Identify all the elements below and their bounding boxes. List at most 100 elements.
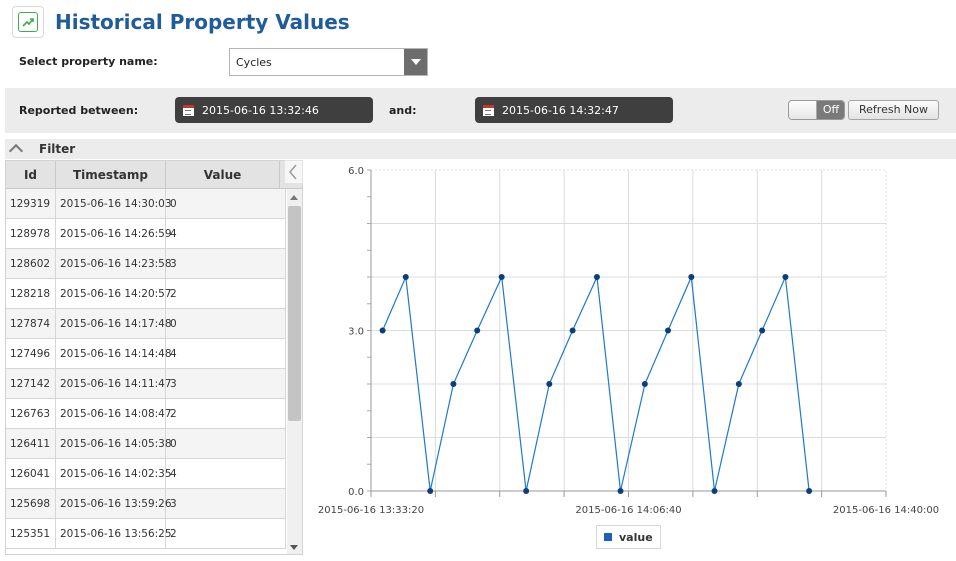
data-point	[569, 327, 576, 334]
table-row[interactable]: 126411 2015-06-16 14:05:38 0	[6, 429, 286, 459]
cell-timestamp: 2015-06-16 14:14:48	[56, 339, 172, 369]
cell-id: 128218	[6, 279, 56, 309]
data-point	[617, 488, 624, 494]
table-row[interactable]: 128218 2015-06-16 14:20:57 2	[6, 279, 286, 309]
y-tick-label: 3.0	[348, 327, 364, 338]
cell-id: 128978	[6, 219, 56, 249]
cell-id: 126041	[6, 459, 56, 489]
values-table: Id Timestamp Value 129319 2015-06-16 14:3…	[5, 160, 303, 555]
filter-bar[interactable]: Filter	[5, 139, 956, 159]
start-date-value: 2015-06-16 13:32:46	[202, 103, 319, 117]
cell-value: 4	[166, 219, 286, 249]
chevron-up-icon[interactable]	[8, 143, 24, 159]
table-row[interactable]: 129319 2015-06-16 14:30:03 0	[6, 189, 286, 219]
cell-value: 0	[166, 429, 286, 459]
y-tick-label: 6.0	[348, 166, 364, 177]
table-body: 129319 2015-06-16 14:30:03 0 128978 2015-06…	[6, 189, 286, 549]
data-point	[806, 488, 813, 494]
data-point	[735, 381, 742, 387]
table-row[interactable]: 127874 2015-06-16 14:17:48 0	[6, 309, 286, 339]
collapse-panel-button[interactable]	[284, 160, 303, 184]
auto-refresh-toggle[interactable]: Off	[788, 100, 845, 120]
table-scrollbar[interactable]	[287, 189, 302, 554]
x-tick-label: 2015-06-16 14:40:00	[833, 505, 939, 516]
calendar-icon	[483, 104, 494, 116]
cell-value: 0	[166, 189, 286, 219]
cell-value: 3	[166, 489, 286, 519]
data-point	[498, 274, 505, 280]
data-point	[688, 274, 695, 280]
table-row[interactable]: 127142 2015-06-16 14:11:47 3	[6, 369, 286, 399]
property-name-select[interactable]: Cycles	[229, 48, 428, 76]
scroll-up-arrow-icon[interactable]	[290, 195, 298, 200]
chart-legend: value	[596, 525, 661, 549]
cell-value: 4	[166, 459, 286, 489]
data-point	[711, 488, 718, 494]
page-header: Historical Property Values	[12, 5, 350, 39]
table-row[interactable]: 126763 2015-06-16 14:08:47 2	[6, 399, 286, 429]
column-header-timestamp[interactable]: Timestamp	[56, 161, 166, 189]
cell-id: 125698	[6, 489, 56, 519]
cell-value: 3	[166, 249, 286, 279]
cell-timestamp: 2015-06-16 14:17:48	[56, 309, 172, 339]
table-row[interactable]: 128978 2015-06-16 14:26:59 4	[6, 219, 286, 249]
data-point	[641, 381, 648, 387]
x-tick-label: 2015-06-16 14:06:40	[575, 505, 681, 516]
start-date-field[interactable]: 2015-06-16 13:32:46	[175, 97, 373, 123]
table-row[interactable]: 128602 2015-06-16 14:23:58 3	[6, 249, 286, 279]
table-row[interactable]: 126041 2015-06-16 14:02:35 4	[6, 459, 286, 489]
toggle-state-label: Off	[817, 101, 844, 119]
dropdown-arrow-button[interactable]	[404, 49, 427, 75]
scrollbar-thumb[interactable]	[288, 206, 301, 421]
cell-value: 2	[166, 519, 286, 549]
reported-between-label: Reported between:	[19, 104, 139, 117]
property-value-chart: 0.0 3.0 6.0 2015-06-16 13:33:20 2015-06-16 1…	[318, 166, 939, 516]
data-point	[450, 381, 457, 387]
cell-value: 2	[166, 279, 286, 309]
end-date-field[interactable]: 2015-06-16 14:32:47	[475, 97, 673, 123]
data-point	[402, 274, 409, 280]
chevron-down-icon	[410, 59, 421, 65]
data-point	[427, 488, 434, 494]
calendar-icon	[183, 104, 194, 116]
column-header-id[interactable]: Id	[6, 161, 56, 189]
toggle-knob	[789, 101, 817, 119]
data-point	[523, 488, 530, 494]
cell-id: 127874	[6, 309, 56, 339]
column-header-value[interactable]: Value	[166, 161, 280, 189]
cell-timestamp: 2015-06-16 14:11:47	[56, 369, 172, 399]
data-point	[379, 327, 386, 334]
legend-label: value	[619, 530, 653, 544]
cell-id: 126411	[6, 429, 56, 459]
data-point	[474, 327, 481, 334]
cell-timestamp: 2015-06-16 14:05:38	[56, 429, 172, 459]
table-row[interactable]: 125351 2015-06-16 13:56:25 2	[6, 519, 286, 549]
scroll-down-arrow-icon[interactable]	[290, 545, 298, 550]
cell-timestamp: 2015-06-16 13:56:25	[56, 519, 172, 549]
cell-timestamp: 2015-06-16 14:26:59	[56, 219, 172, 249]
date-range-bar: Reported between: 2015-06-16 13:32:46 an…	[5, 88, 956, 133]
filter-label: Filter	[39, 142, 76, 156]
cell-timestamp: 2015-06-16 14:02:35	[56, 459, 172, 489]
end-date-value: 2015-06-16 14:32:47	[502, 103, 619, 117]
refresh-now-button[interactable]: Refresh Now	[848, 100, 939, 120]
cell-value: 3	[166, 369, 286, 399]
historical-property-values-page: Historical Property Values Select proper…	[0, 0, 956, 561]
cell-timestamp: 2015-06-16 14:30:03	[56, 189, 172, 219]
cell-value: 0	[166, 309, 286, 339]
trend-chart-icon	[12, 6, 44, 38]
cell-id: 126763	[6, 399, 56, 429]
table-header: Id Timestamp Value	[6, 161, 302, 189]
data-point	[593, 274, 600, 280]
table-row[interactable]: 127496 2015-06-16 14:14:48 4	[6, 339, 286, 369]
cell-id: 127142	[6, 369, 56, 399]
cell-timestamp: 2015-06-16 13:59:26	[56, 489, 172, 519]
cell-id: 128602	[6, 249, 56, 279]
y-tick-label: 0.0	[348, 487, 364, 498]
cell-timestamp: 2015-06-16 14:20:57	[56, 279, 172, 309]
cell-timestamp: 2015-06-16 14:08:47	[56, 399, 172, 429]
data-point	[759, 327, 766, 334]
cell-id: 129319	[6, 189, 56, 219]
table-row[interactable]: 125698 2015-06-16 13:59:26 3	[6, 489, 286, 519]
property-name-value: Cycles	[236, 56, 272, 69]
